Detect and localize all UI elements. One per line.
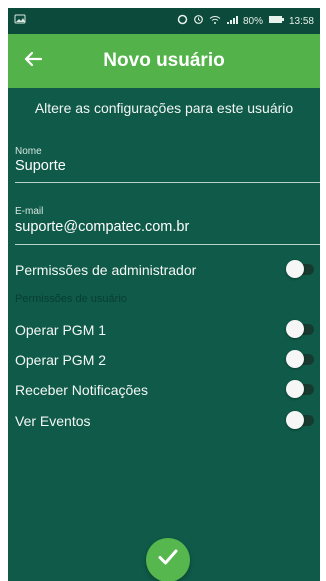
permission-label: Operar PGM 1 xyxy=(15,322,107,338)
permission-row-operar-pgm-2[interactable]: Operar PGM 2 xyxy=(15,350,320,374)
permission-label: Receber Notificações xyxy=(15,382,149,398)
switch-thumb xyxy=(286,411,304,429)
email-label: E-mail xyxy=(15,206,44,217)
admin-permissions-label: Permissões de administrador xyxy=(15,262,197,278)
email-field[interactable]: suporte@compatec.com.br xyxy=(15,219,189,235)
checkmark-icon xyxy=(155,542,181,578)
alarm-icon xyxy=(193,14,204,28)
operar-pgm-1-toggle[interactable] xyxy=(286,320,314,338)
admin-permissions-toggle[interactable] xyxy=(286,260,314,278)
circle-icon xyxy=(177,14,188,28)
name-field-line xyxy=(15,182,320,183)
signal-icon xyxy=(226,15,238,28)
user-permissions-label: Permissões de usuário xyxy=(15,293,127,305)
switch-thumb xyxy=(286,350,304,368)
name-label: Nome xyxy=(15,146,42,157)
confirm-button[interactable] xyxy=(146,538,190,581)
permission-label: Ver Eventos xyxy=(15,413,91,429)
switch-thumb xyxy=(286,260,304,278)
permission-row-ver-eventos[interactable]: Ver Eventos xyxy=(15,411,320,435)
app-bar: Novo usuário xyxy=(8,34,320,88)
page-title: Novo usuário xyxy=(103,50,225,71)
battery-icon xyxy=(268,15,284,27)
operar-pgm-2-toggle[interactable] xyxy=(286,350,314,368)
switch-thumb xyxy=(286,320,304,338)
wifi-icon xyxy=(209,15,221,28)
admin-permissions-row[interactable]: Permissões de administrador xyxy=(15,260,320,284)
status-icons: 80% 13:58 xyxy=(177,14,314,28)
email-field-line xyxy=(15,244,320,245)
name-field[interactable]: Suporte xyxy=(15,158,66,174)
ver-eventos-toggle[interactable] xyxy=(286,411,314,429)
phone-screen: 80% 13:58 Novo usuário Altere as configu… xyxy=(8,8,320,581)
switch-thumb xyxy=(286,380,304,398)
receber-notificacoes-toggle[interactable] xyxy=(286,380,314,398)
status-bar: 80% 13:58 xyxy=(8,8,320,34)
battery-percent: 80% xyxy=(242,15,263,27)
gallery-icon xyxy=(14,14,26,27)
status-time: 13:58 xyxy=(288,15,314,27)
permission-label: Operar PGM 2 xyxy=(15,352,107,368)
permission-row-operar-pgm-1[interactable]: Operar PGM 1 xyxy=(15,320,320,344)
settings-subtitle: Altere as configurações para este usuári… xyxy=(34,100,294,116)
permission-row-receber-notificacoes[interactable]: Receber Notificações xyxy=(15,380,320,404)
